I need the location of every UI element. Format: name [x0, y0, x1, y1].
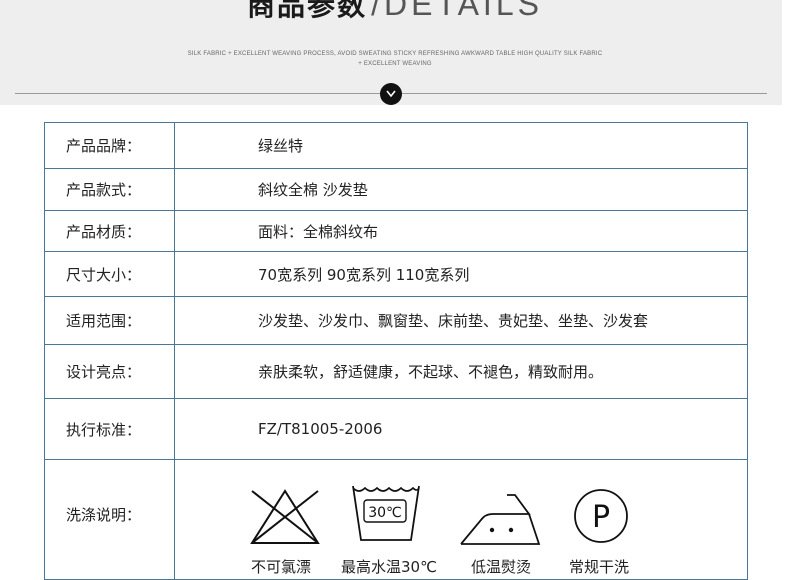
care-label-wash-temp: 最高水温30℃: [341, 557, 437, 576]
title-chinese: 商品参数: [247, 0, 368, 22]
section-title: 商品参数/DETAILS: [0, 0, 782, 24]
table-row: 产品材质： 面料：全棉斜纹布: [44, 210, 748, 252]
dry-clean-letter: P: [592, 500, 610, 535]
param-label-material: 产品材质：: [44, 210, 175, 252]
care-label-low-iron: 低温熨烫: [471, 557, 532, 576]
table-row: 执行标准： FZ/T81005-2006: [44, 398, 748, 460]
no-bleach-icon: [249, 488, 321, 550]
care-instructions: 不可氯漂 30℃ 最高水温30℃ 低温熨烫 P 常规干洗: [174, 459, 748, 580]
product-params-table: 产品品牌： 绿丝特 产品款式： 斜纹全棉 沙发垫 产品材质： 面料：全棉斜纹布 …: [44, 122, 748, 580]
header-tagline: SILK FABRIC + EXCELLENT WEAVING PROCESS,…: [187, 51, 603, 67]
table-row: 设计亮点： 亲肤柔软，舒适健康，不起球、不褪色，精致耐用。: [44, 344, 748, 399]
dry-clean-icon: P: [571, 488, 631, 548]
details-header: 商品参数/DETAILS SILK FABRIC + EXCELLENT WEA…: [0, 0, 782, 105]
param-value-style: 斜纹全棉 沙发垫: [174, 168, 748, 211]
param-value-material: 面料：全棉斜纹布: [174, 210, 748, 252]
table-row: 产品款式： 斜纹全棉 沙发垫: [44, 168, 748, 211]
param-value-brand: 绿丝特: [174, 122, 748, 169]
table-row: 洗涤说明： 不可氯漂 30℃ 最高水温30℃ 低温熨烫 P 常规干洗: [44, 459, 748, 580]
low-iron-icon: [459, 492, 541, 552]
param-value-usage: 沙发垫、沙发巾、飘窗垫、床前垫、贵妃垫、坐垫、沙发套: [174, 296, 748, 345]
param-label-usage: 适用范围：: [44, 296, 175, 345]
param-label-brand: 产品品牌：: [44, 122, 175, 169]
param-label-highlights: 设计亮点：: [44, 344, 175, 399]
care-label-dry-clean: 常规干洗: [569, 557, 630, 576]
param-label-size: 尺寸大小：: [44, 251, 175, 297]
chevron-down-icon: [386, 90, 396, 98]
param-value-standard: FZ/T81005-2006: [174, 398, 748, 460]
param-value-size: 70宽系列 90宽系列 110宽系列: [174, 251, 748, 297]
table-row: 适用范围： 沙发垫、沙发巾、飘窗垫、床前垫、贵妃垫、坐垫、沙发套: [44, 296, 748, 345]
wash-30-icon: 30℃: [351, 484, 421, 548]
wash-temp-text: 30℃: [368, 505, 402, 521]
care-label-no-bleach: 不可氯漂: [251, 557, 312, 576]
table-row: 产品品牌： 绿丝特: [44, 122, 748, 169]
title-english: /DETAILS: [371, 0, 543, 22]
param-label-standard: 执行标准：: [44, 398, 175, 460]
scroll-down-button[interactable]: [380, 83, 402, 105]
table-row: 尺寸大小： 70宽系列 90宽系列 110宽系列: [44, 251, 748, 297]
param-label-care: 洗涤说明：: [44, 459, 175, 580]
param-label-style: 产品款式：: [44, 168, 175, 211]
param-value-highlights: 亲肤柔软，舒适健康，不起球、不褪色，精致耐用。: [174, 344, 748, 399]
